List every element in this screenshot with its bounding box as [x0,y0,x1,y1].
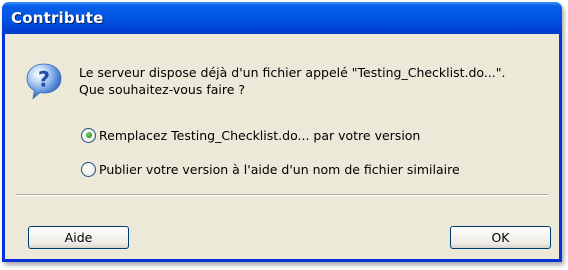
question-icon: ? [26,63,62,100]
svg-text:?: ? [38,68,50,92]
window-frame-right [559,34,562,262]
option-publish-similar-name[interactable]: Publier votre version à l'aide d'un nom … [81,160,460,178]
radio-selected-dot [85,132,92,138]
title-bar[interactable]: Contribute [2,2,562,34]
ok-button[interactable]: OK [450,226,551,249]
help-button[interactable]: Aide [28,226,129,249]
radio-replace[interactable] [81,127,96,143]
option-replace[interactable]: Remplacez Testing_Checklist.do... par vo… [81,126,420,144]
separator [16,194,548,196]
window-title: Contribute [11,9,104,27]
dialog-body: ? Le serveur dispose déjà d'un fichier a… [5,34,559,259]
radio-publish-similar-name[interactable] [81,161,96,177]
message-line-2: Que souhaitez-vous faire ? [79,82,246,97]
window-frame-bottom [2,259,562,262]
dialog-message: Le serveur dispose déjà d'un fichier app… [79,64,506,98]
option-replace-label: Remplacez Testing_Checklist.do... par vo… [99,127,421,143]
message-line-1: Le serveur dispose déjà d'un fichier app… [79,65,506,80]
option-publish-similar-name-label: Publier votre version à l'aide d'un nom … [99,161,460,177]
dialog-window: Contribute ? Le serveur dispose déjà d'u… [2,2,562,262]
